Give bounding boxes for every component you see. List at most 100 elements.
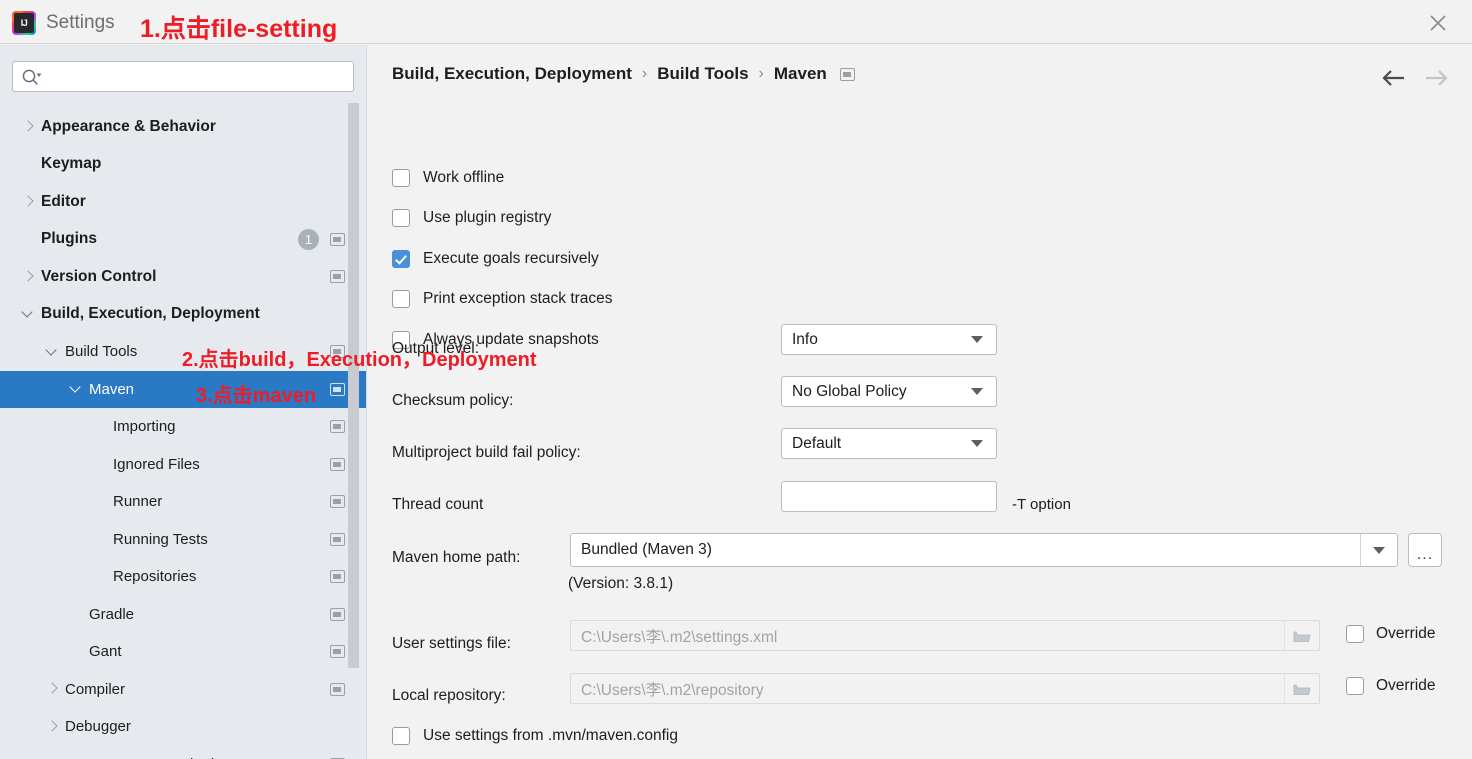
breadcrumb-item-1[interactable]: Build Tools [657, 64, 748, 84]
project-scope-icon[interactable] [330, 645, 345, 659]
arrow-left-icon[interactable] [1382, 69, 1406, 91]
chevron-right-icon[interactable] [46, 683, 58, 695]
local-repository-input[interactable]: C:\Users\李\.m2\repository [570, 673, 1320, 704]
thread-count-input-wrap[interactable] [781, 481, 997, 512]
chevron-down-icon[interactable] [46, 346, 58, 358]
chevron-right-icon[interactable] [46, 721, 58, 733]
chevron-right-icon[interactable] [22, 196, 34, 208]
chevron-down-icon [971, 440, 983, 447]
user-settings-file-label: User settings file: [392, 635, 511, 652]
thread-count-input[interactable] [782, 482, 996, 511]
title-bar: IJ Settings 1.点击file-setting [0, 0, 1472, 44]
local-repository-override-checkbox[interactable]: Override [1346, 677, 1435, 695]
sidebar-item-ignored-files[interactable]: Ignored Files [0, 446, 367, 484]
chevron-right-icon[interactable] [22, 271, 34, 283]
sidebar-item-remote-jar-repositories[interactable]: Remote Jar Repositories [0, 746, 367, 759]
search-field[interactable] [12, 61, 354, 93]
checkbox-work-offline[interactable]: Work offline [392, 169, 504, 187]
project-scope-icon[interactable] [330, 420, 345, 434]
checkbox-box[interactable] [392, 169, 410, 187]
checkbox-box[interactable] [1346, 625, 1364, 643]
sidebar-item-label: Build, Execution, Deployment [41, 305, 260, 323]
user-settings-override-checkbox[interactable]: Override [1346, 625, 1435, 643]
breadcrumb-item-0[interactable]: Build, Execution, Deployment [392, 64, 632, 84]
sidebar-item-runner[interactable]: Runner [0, 483, 367, 521]
sidebar-item-label: Compiler [65, 680, 126, 698]
sidebar-item-appearance-behavior[interactable]: Appearance & Behavior [0, 108, 367, 146]
project-scope-icon[interactable] [330, 457, 345, 471]
search-input[interactable] [47, 62, 351, 93]
user-settings-file-placeholder: C:\Users\李\.m2\settings.xml [581, 628, 778, 646]
override-label: Override [1376, 625, 1436, 642]
sidebar-item-running-tests[interactable]: Running Tests [0, 521, 367, 559]
multiproject-fail-policy-select[interactable]: Default [781, 428, 997, 459]
arrow-right-icon [1424, 69, 1448, 91]
sidebar-item-build-execution-deployment[interactable]: Build, Execution, Deployment [0, 296, 367, 334]
project-scope-icon[interactable] [330, 345, 345, 359]
sidebar-item-keymap[interactable]: Keymap [0, 146, 367, 184]
chevron-right-icon[interactable] [22, 121, 34, 133]
project-scope-icon[interactable] [330, 495, 345, 509]
maven-version-note: (Version: 3.8.1) [568, 575, 674, 592]
checkbox-box[interactable] [1346, 677, 1364, 695]
checkbox-use-settings-from-mvn-config[interactable]: Use settings from .mvn/maven.config [392, 727, 678, 745]
project-scope-icon[interactable] [330, 570, 345, 584]
maven-home-path-value: Bundled (Maven 3) [581, 541, 712, 558]
override-label: Override [1376, 677, 1436, 694]
close-icon[interactable] [1426, 11, 1450, 35]
sidebar-item-build-tools[interactable]: Build Tools [0, 333, 367, 371]
sidebar-item-compiler[interactable]: Compiler [0, 671, 367, 709]
maven-home-browse-button[interactable]: ... [1408, 533, 1442, 567]
sidebar-item-badge: 1 [298, 228, 319, 250]
checkbox-box[interactable] [392, 250, 410, 268]
sidebar-item-importing[interactable]: Importing [0, 408, 367, 446]
checkbox-box[interactable] [392, 209, 410, 227]
project-scope-icon[interactable] [330, 382, 345, 396]
settings-content-panel: Build, Execution, Deployment › Build Too… [368, 45, 1472, 759]
sidebar-item-gant[interactable]: Gant [0, 633, 367, 671]
sidebar-scrollbar[interactable] [348, 103, 359, 668]
project-scope-icon[interactable] [839, 67, 855, 81]
sidebar-divider [366, 45, 367, 759]
output-level-select[interactable]: Info [781, 324, 997, 355]
checkbox-label: Use plugin registry [423, 209, 552, 226]
sidebar-item-editor[interactable]: Editor [0, 183, 367, 221]
chevron-down-icon[interactable] [70, 383, 82, 395]
project-scope-icon[interactable] [330, 682, 345, 696]
checksum-policy-select[interactable]: No Global Policy [781, 376, 997, 407]
breadcrumb-item-2[interactable]: Maven [774, 64, 827, 84]
breadcrumb-separator-icon: › [758, 65, 764, 82]
breadcrumb: Build, Execution, Deployment › Build Too… [392, 64, 855, 84]
checksum-policy-value: No Global Policy [792, 382, 907, 400]
user-settings-file-input[interactable]: C:\Users\李\.m2\settings.xml [570, 620, 1320, 651]
sidebar-item-maven[interactable]: Maven [0, 370, 367, 408]
checkbox-box[interactable] [392, 727, 410, 745]
sidebar-item-label: Ignored Files [113, 455, 200, 473]
checkbox-label: Use settings from .mvn/maven.config [423, 727, 678, 744]
sidebar-item-label: Debugger [65, 718, 131, 736]
checkbox-box[interactable] [392, 290, 410, 308]
project-scope-icon[interactable] [330, 532, 345, 546]
folder-icon[interactable] [1284, 674, 1319, 703]
project-scope-icon[interactable] [330, 607, 345, 621]
sidebar-item-plugins[interactable]: Plugins 1 [0, 221, 367, 259]
sidebar-item-debugger[interactable]: Debugger [0, 708, 367, 746]
chevron-down-icon [971, 336, 983, 343]
project-scope-icon[interactable] [330, 270, 345, 284]
checkbox-execute-goals-recursively[interactable]: Execute goals recursively [392, 250, 599, 268]
project-scope-icon[interactable] [330, 232, 345, 246]
sidebar-item-repositories[interactable]: Repositories [0, 558, 367, 596]
sidebar-item-version-control[interactable]: Version Control [0, 258, 367, 296]
sidebar-item-gradle[interactable]: Gradle [0, 596, 367, 634]
maven-home-path-select[interactable]: Bundled (Maven 3) [570, 533, 1398, 567]
chevron-down-icon[interactable] [22, 308, 34, 320]
sidebar-item-label: Build Tools [65, 343, 138, 361]
checkbox-use-plugin-registry[interactable]: Use plugin registry [392, 209, 551, 227]
folder-icon[interactable] [1284, 621, 1319, 650]
chevron-down-icon[interactable] [1360, 534, 1397, 566]
checkbox-print-exception-stack-traces[interactable]: Print exception stack traces [392, 290, 613, 308]
settings-tree[interactable]: Appearance & Behavior Keymap Editor Plugins… [0, 108, 367, 759]
